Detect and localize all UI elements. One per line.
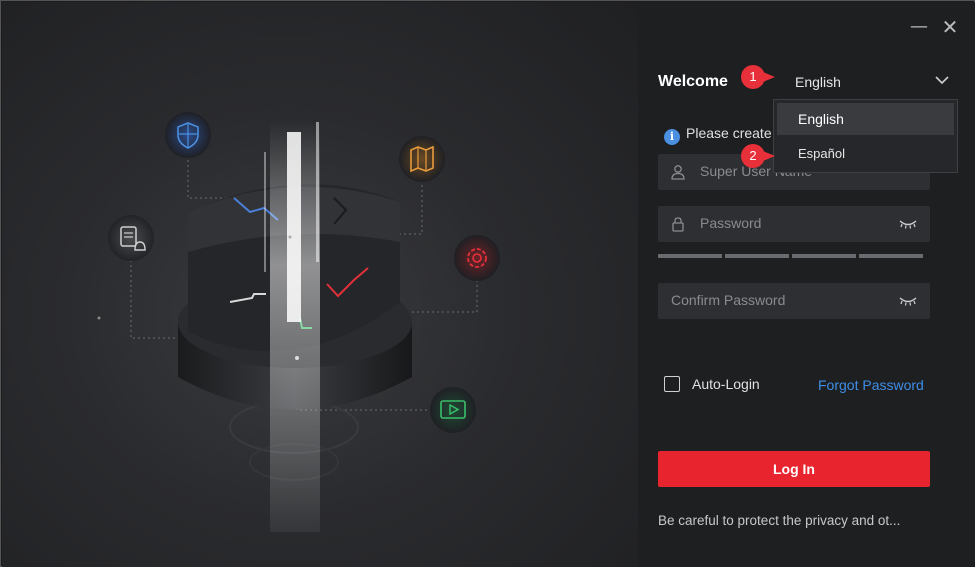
strength-segment <box>658 254 722 258</box>
user-icon <box>671 165 685 180</box>
strength-segment <box>792 254 856 258</box>
privacy-notice: Be careful to protect the privacy and ot… <box>658 513 901 528</box>
map-icon <box>399 136 445 182</box>
password-strength-meter <box>658 254 924 258</box>
eye-hidden-icon[interactable] <box>898 295 918 307</box>
strength-segment <box>725 254 789 258</box>
auto-login-option[interactable]: Auto-Login <box>664 376 760 392</box>
settings-icon <box>454 235 500 281</box>
lock-icon <box>672 217 684 232</box>
auto-login-label: Auto-Login <box>692 376 760 392</box>
welcome-title: Welcome <box>658 73 728 90</box>
password-field[interactable]: Password <box>658 206 930 242</box>
close-button[interactable]: ✕ <box>939 16 961 38</box>
confirm-password-field[interactable]: Confirm Password <box>658 283 930 319</box>
auto-login-checkbox[interactable] <box>664 376 680 392</box>
password-placeholder: Password <box>700 215 762 231</box>
minimize-button[interactable]: — <box>908 16 930 38</box>
language-option-english[interactable]: English <box>777 103 954 135</box>
eye-hidden-icon[interactable] <box>898 218 918 230</box>
language-option-espanol[interactable]: Español <box>777 138 954 170</box>
info-message: i Please create <box>664 125 774 145</box>
strength-segment <box>859 254 923 258</box>
illustration-panel <box>2 2 638 567</box>
info-icon: i <box>664 129 680 145</box>
document-alarm-icon <box>108 215 154 261</box>
hero-illustration <box>97 112 500 532</box>
callout-badge-2: 2 <box>741 144 765 168</box>
login-panel: — ✕ Welcome English i Please create Super… <box>638 2 975 567</box>
info-text: Please create <box>686 125 772 141</box>
shield-icon <box>165 112 211 158</box>
chevron-down-icon[interactable] <box>934 72 950 88</box>
confirm-password-placeholder: Confirm Password <box>671 292 786 308</box>
login-button[interactable]: Log In <box>658 451 930 487</box>
language-menu: English Español <box>773 99 958 173</box>
forgot-password-link[interactable]: Forgot Password <box>818 377 924 393</box>
video-icon <box>430 387 476 433</box>
login-window: — ✕ Welcome English i Please create Super… <box>0 0 975 567</box>
callout-badge-1: 1 <box>741 65 765 89</box>
language-dropdown-value[interactable]: English <box>795 74 841 90</box>
